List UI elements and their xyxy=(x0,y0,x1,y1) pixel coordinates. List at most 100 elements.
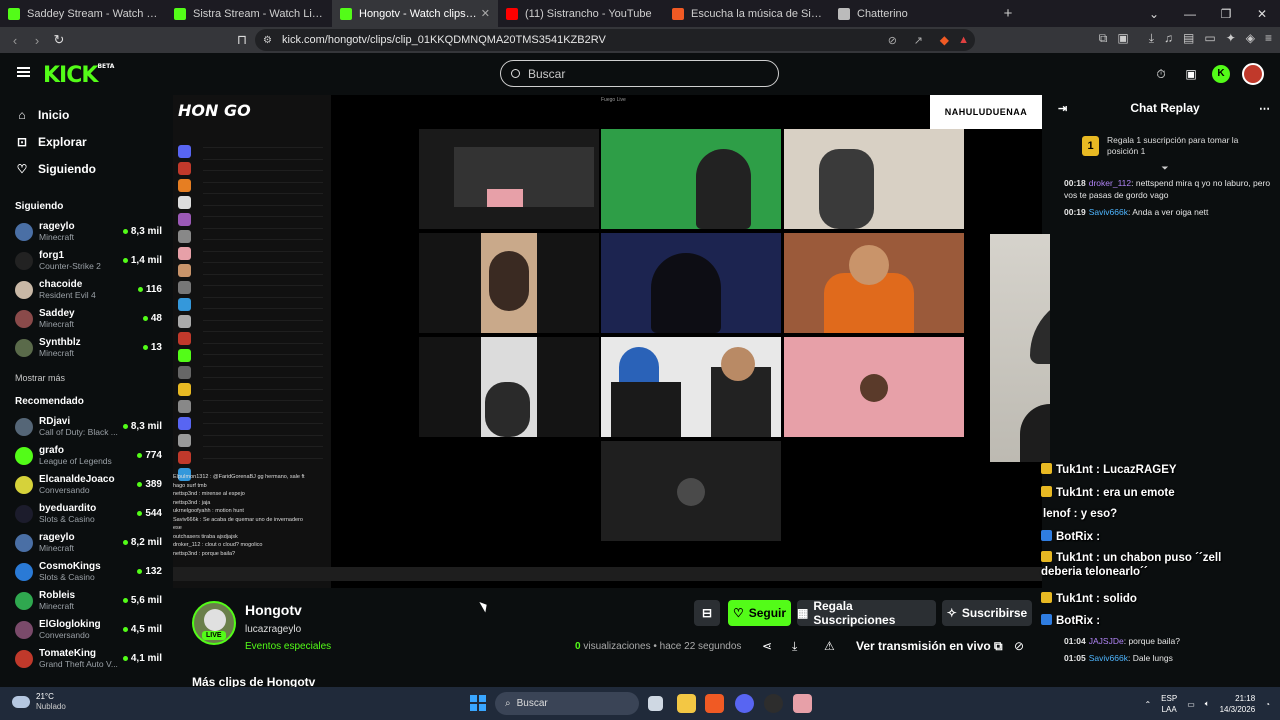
nav-item-explorar[interactable]: ⊡ Explorar xyxy=(0,128,170,155)
viewer-count: 1,4 mil xyxy=(123,255,162,266)
hide-icon[interactable]: ⊘ xyxy=(888,34,897,47)
watch-live-link[interactable]: Ver transmisión en vivo ⧉ xyxy=(856,639,1003,654)
sidebar-icon[interactable]: ▤ xyxy=(1183,31,1194,46)
minimize-button[interactable]: — xyxy=(1172,7,1208,21)
sidebar-channel[interactable]: Saddey Minecraft 48 xyxy=(0,304,170,333)
collapse-chat-icon[interactable]: ⇥ xyxy=(1058,102,1067,115)
nav-item-inicio[interactable]: ⌂ Inicio xyxy=(0,101,170,128)
tab-search-icon[interactable]: ⌄ xyxy=(1136,7,1172,21)
gift-subs-button[interactable]: ▦ Regala Suscripciones xyxy=(797,599,936,627)
sidebar-channel[interactable]: Synthblz Minecraft 13 xyxy=(0,333,170,362)
browser-tab[interactable]: Chatterino xyxy=(830,0,996,27)
clip-icon[interactable]: ⏱ xyxy=(1152,65,1170,83)
notification-icon[interactable]: ▣ xyxy=(1182,65,1200,83)
sidebar-channel[interactable]: grafo League of Legends 774 xyxy=(0,441,170,470)
taskbar-search[interactable]: ⌕ Buscar xyxy=(495,692,639,715)
browser-tab[interactable]: Saddey Stream - Watch Live on K xyxy=(0,0,166,27)
browser-tab[interactable]: Hongotv - Watch clips on Kic ✕ xyxy=(332,0,498,27)
follow-button[interactable]: ♡ Seguir xyxy=(728,600,791,626)
music-icon[interactable]: ♫ xyxy=(1164,31,1173,46)
chat-options-icon[interactable]: ⋯ xyxy=(1259,102,1270,115)
brave-icon[interactable] xyxy=(705,694,724,713)
forward-icon[interactable]: › xyxy=(26,33,48,48)
report-icon[interactable]: ⚠ xyxy=(824,639,835,653)
brave-shield-icon[interactable]: ◆ xyxy=(940,33,949,47)
overlay-chat-line: nettsp3nd : porque baila? xyxy=(173,550,236,557)
network-icon[interactable]: ▭ xyxy=(1187,700,1195,709)
obs-icon[interactable] xyxy=(764,694,783,713)
options-button[interactable]: ⊟ xyxy=(694,600,720,626)
channel-name[interactable]: Hongotv xyxy=(245,602,302,618)
volume-icon[interactable]: 🔈︎ xyxy=(1205,699,1210,709)
download-icon[interactable]: ⤓ xyxy=(1149,31,1154,46)
panel-row xyxy=(203,174,323,183)
reload-icon[interactable]: ↻ xyxy=(48,32,70,48)
user-avatar[interactable] xyxy=(1242,63,1264,85)
screenshot-icon[interactable]: ▣ xyxy=(1117,31,1128,46)
message-user[interactable]: JAJSJDe xyxy=(1089,636,1124,646)
sidebar-channel[interactable]: Robleis Minecraft 5,6 mil xyxy=(0,586,170,615)
discord-icon[interactable] xyxy=(735,694,754,713)
weather-widget[interactable]: 21°C Nublado xyxy=(12,692,66,712)
message-user[interactable]: droker_112 xyxy=(1089,178,1131,188)
clock[interactable]: 21:18 14/3/2026 xyxy=(1220,693,1256,715)
viewer-count: 544 xyxy=(137,508,162,519)
share-icon[interactable]: ↗ xyxy=(914,34,923,47)
sidebar-channel[interactable]: chacoide Resident Evil 4 116 xyxy=(0,275,170,304)
sidebar-channel[interactable]: rageylo Minecraft 8,3 mil xyxy=(0,217,170,246)
sidebar-channel[interactable]: TomateKing Grand Theft Auto V... 4,1 mil xyxy=(0,644,170,673)
browser-tab[interactable]: (11) Sistrancho - YouTube xyxy=(498,0,664,27)
nav-item-siguiendo[interactable]: ♡ Siguiendo xyxy=(0,155,170,182)
extensions-icon[interactable]: ⧉ xyxy=(1099,31,1108,46)
wallet-icon[interactable]: ▭ xyxy=(1204,31,1215,46)
browser-tab[interactable]: Escucha la música de Sistracks | Disfr xyxy=(664,0,830,27)
ai-icon[interactable]: ✦ xyxy=(1226,31,1236,46)
site-info-icon[interactable]: ⚙ xyxy=(263,35,272,46)
back-icon[interactable]: ‹ xyxy=(4,33,26,48)
kick-status-icon[interactable]: K xyxy=(1212,65,1230,83)
video-player[interactable]: HON GO ElpuImon1312 : @FaridGorenaBJ gg … xyxy=(173,95,1042,588)
sidebar-channel[interactable]: rageylo Minecraft 8,2 mil xyxy=(0,528,170,557)
brand-box: NAHULUDUENAA xyxy=(930,95,1042,129)
download-icon[interactable]: ⤓ xyxy=(792,639,797,654)
filter-icon[interactable]: ⏷ xyxy=(1050,163,1280,177)
app-icon[interactable] xyxy=(793,694,812,713)
kick-logo[interactable]: KICKBETA xyxy=(43,63,114,88)
new-tab-button[interactable]: + xyxy=(996,5,1020,22)
browser-tab[interactable]: Sistra Stream - Watch Live on Kic xyxy=(166,0,332,27)
sidebar-channel[interactable]: byeduardito Slots & Casino 544 xyxy=(0,499,170,528)
bookmark-icon[interactable]: ⊓ xyxy=(231,32,253,48)
subscribe-button[interactable]: ✧ Suscribirse xyxy=(942,600,1032,626)
file-explorer-icon[interactable] xyxy=(677,694,696,713)
tray-chevron-icon[interactable]: ⌃ xyxy=(1144,700,1151,709)
task-view-icon[interactable] xyxy=(648,696,663,711)
channel-category[interactable]: Eventos especiales xyxy=(245,641,331,652)
message-user[interactable]: Saviv666k xyxy=(1089,207,1128,217)
chat-message: 01:05 Saviv666k: Dale lungs xyxy=(1064,653,1173,663)
hide-chat-icon[interactable]: ⊘ xyxy=(1014,639,1024,653)
show-more-link[interactable]: Mostrar más xyxy=(0,366,170,390)
message-user[interactable]: Saviv666k xyxy=(1089,653,1128,663)
sidebar-channel[interactable]: RDjavi Call of Duty: Black ... 8,3 mil xyxy=(0,412,170,441)
panel-row xyxy=(203,300,323,309)
url-input[interactable]: ⚙ kick.com/hongotv/clips/clip_01KKQDMNQM… xyxy=(255,29,975,51)
windows-start-icon[interactable] xyxy=(470,695,486,711)
cam-tile-dark2 xyxy=(419,337,599,437)
close-tab-icon[interactable]: ✕ xyxy=(481,7,490,20)
hamburger-menu-icon[interactable] xyxy=(17,67,30,77)
language-indicator[interactable]: ESP LAA xyxy=(1161,693,1177,715)
search-input[interactable]: Buscar xyxy=(500,60,779,87)
vpn-icon[interactable]: ◈ xyxy=(1246,31,1255,46)
maximize-button[interactable]: ❐ xyxy=(1208,7,1244,21)
sidebar-channel[interactable]: ElGlogloking Conversando 4,5 mil xyxy=(0,615,170,644)
brave-rewards-icon[interactable]: ▲ xyxy=(958,34,969,46)
share-icon[interactable]: ⋖ xyxy=(762,639,772,653)
sidebar-channel[interactable]: forg1 Counter-Strike 2 1,4 mil xyxy=(0,246,170,275)
browser-toolbar-icons: ⧉ ▣ ⤓ ♫ ▤ ▭ ✦ ◈ ≡ xyxy=(1099,31,1272,46)
menu-icon[interactable]: ≡ xyxy=(1265,31,1272,46)
gift-leaderboard[interactable]: 1 Regala 1 suscripción para tomar la pos… xyxy=(1060,129,1270,163)
sidebar-channel[interactable]: ElcanaldeJoaco Conversando 389 xyxy=(0,470,170,499)
close-window-button[interactable]: ✕ xyxy=(1244,7,1280,21)
notifications-icon[interactable]: ◔ xyxy=(1265,700,1270,709)
sidebar-channel[interactable]: CosmoKings Slots & Casino 132 xyxy=(0,557,170,586)
